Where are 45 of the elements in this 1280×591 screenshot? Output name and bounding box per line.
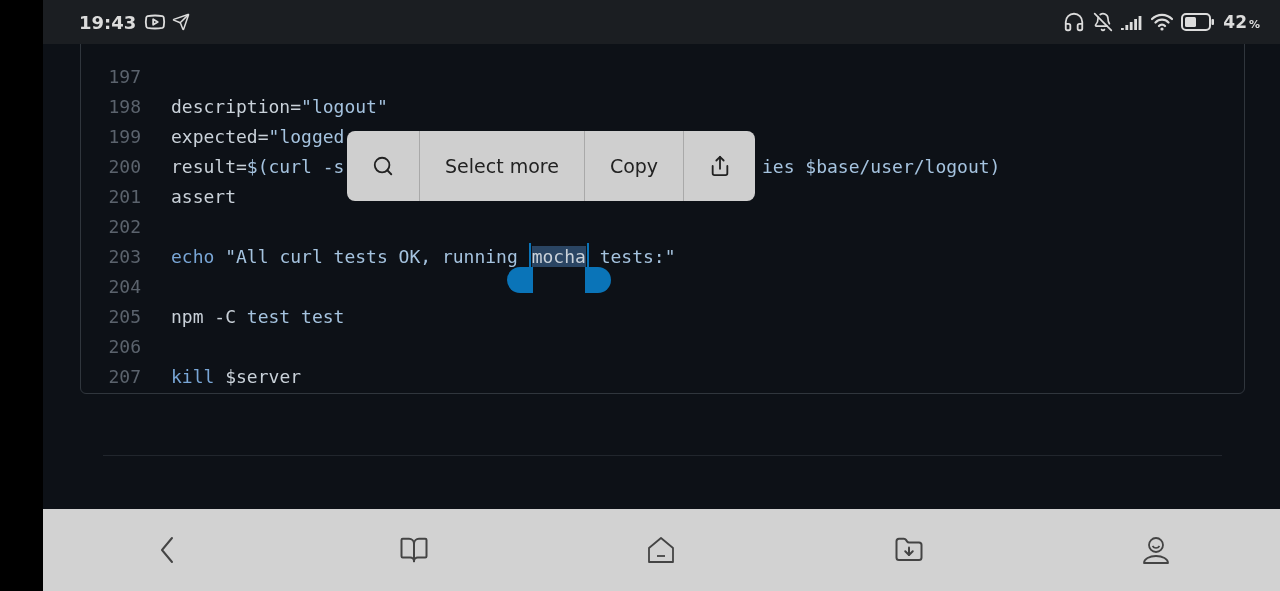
line-number: 203 bbox=[107, 245, 141, 267]
code-text: "logged bbox=[268, 125, 345, 147]
line-number: 198 bbox=[107, 95, 141, 117]
line-number: 200 bbox=[107, 155, 141, 177]
headphones-icon bbox=[1063, 11, 1086, 33]
code-text: npm -C bbox=[171, 305, 238, 327]
battery-icon bbox=[1181, 13, 1216, 31]
line-number: 202 bbox=[107, 215, 141, 237]
paper-plane-icon bbox=[172, 13, 191, 31]
search-icon bbox=[372, 155, 394, 177]
line-number: 197 bbox=[107, 65, 141, 87]
menu-button[interactable]: Select more bbox=[419, 131, 584, 201]
selected-text: mocha bbox=[531, 245, 586, 267]
line-number: 205 bbox=[107, 305, 141, 327]
back-icon bbox=[159, 536, 174, 564]
code-text: description= bbox=[171, 95, 302, 117]
signal-icon bbox=[1121, 14, 1144, 30]
selection-handle[interactable] bbox=[584, 266, 611, 293]
line-number: 201 bbox=[107, 185, 141, 207]
code-text: "logout" bbox=[301, 95, 388, 117]
code-text: tests:" bbox=[598, 245, 676, 267]
code-text: test test bbox=[246, 305, 345, 327]
line-number: 207 bbox=[107, 365, 141, 387]
line-number: 204 bbox=[107, 275, 141, 297]
line-number: 199 bbox=[107, 125, 141, 147]
code-text: $server bbox=[224, 365, 302, 387]
menu-button[interactable]: Copy bbox=[583, 131, 684, 201]
code-text: expected= bbox=[171, 125, 269, 147]
code-text: assert bbox=[171, 185, 237, 207]
code-text: ies $base/user/logout) bbox=[762, 155, 1001, 177]
code-text: echo bbox=[171, 245, 215, 267]
wifi-icon bbox=[1151, 13, 1174, 31]
selection-handle[interactable] bbox=[506, 266, 533, 293]
code-text: "All curl tests OK, running bbox=[224, 245, 519, 267]
code-text: result= bbox=[171, 155, 247, 177]
code-text: kill bbox=[171, 365, 215, 387]
battery-percent: 42 bbox=[1223, 12, 1247, 32]
percent-sign: % bbox=[1248, 17, 1260, 31]
line-number: 206 bbox=[107, 335, 141, 357]
code-text: $(curl -s bbox=[246, 155, 345, 177]
book-icon bbox=[399, 535, 430, 565]
selection-cursor bbox=[586, 242, 589, 268]
status-time: 19:43 bbox=[79, 11, 137, 33]
bell-off-icon bbox=[1093, 12, 1114, 32]
selection-cursor bbox=[528, 242, 531, 268]
